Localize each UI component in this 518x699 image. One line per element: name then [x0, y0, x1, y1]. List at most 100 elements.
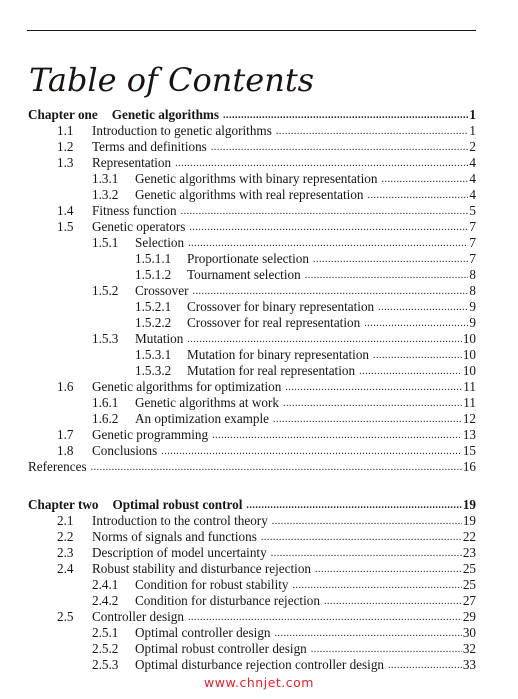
- toc-entry[interactable]: 1.5.3.1 Mutation for binary representatio…: [28, 347, 476, 363]
- toc-entry-page: 10: [462, 347, 476, 362]
- toc-entry-title: Genetic algorithms for optimization: [92, 379, 282, 394]
- dot-leader: [275, 626, 462, 642]
- toc-entry-number: 2.5.3: [92, 657, 119, 672]
- dot-leader: [211, 140, 469, 156]
- toc-entry[interactable]: 1.4 Fitness function 5: [28, 203, 476, 219]
- dot-leader: [187, 332, 461, 348]
- toc-entry[interactable]: 1.5.3.2 Mutation for real representation 1…: [28, 363, 476, 379]
- toc-entry-page: 10: [462, 363, 476, 378]
- dot-leader: [315, 562, 462, 578]
- toc-entry[interactable]: 1.5.2.2 Crossover for real representation…: [28, 315, 476, 331]
- toc-entry-number: 2.4.2: [92, 593, 119, 608]
- dot-leader: [161, 444, 462, 460]
- toc-entry-number: 1.3: [57, 155, 74, 170]
- toc-entry-page: 27: [462, 593, 476, 608]
- dot-leader: [272, 514, 462, 530]
- toc-entry[interactable]: 1.6.2 An optimization example 12: [28, 411, 476, 427]
- dot-leader: [305, 268, 469, 284]
- toc-entry[interactable]: 1.5.3 Mutation 10: [28, 331, 476, 347]
- toc-entry-title: Mutation for binary representation: [187, 347, 370, 362]
- toc-entry[interactable]: 2.1 Introduction to the control theory 19: [28, 513, 476, 529]
- dot-leader: [223, 108, 468, 124]
- toc-entry[interactable]: 2.3 Description of model uncertainty 23: [28, 545, 476, 561]
- toc-entry[interactable]: 1.5.2.1 Crossover for binary representati…: [28, 299, 476, 315]
- toc-entry[interactable]: 1.2 Terms and definitions 2: [28, 139, 476, 155]
- dot-leader: [283, 396, 462, 412]
- toc-entry[interactable]: 1.3.2 Genetic algorithms with real repres…: [28, 187, 476, 203]
- header-rule: [27, 30, 476, 31]
- toc-entry[interactable]: 1.8 Conclusions 15: [28, 443, 476, 459]
- toc-entry[interactable]: 2.4.1 Condition for robust stability 25: [28, 577, 476, 593]
- toc-entry-number: 1.5: [57, 219, 74, 234]
- toc-entry-number: 1.5.2.2: [135, 315, 172, 330]
- toc-entry-number: 1.6.2: [92, 411, 119, 426]
- toc-entry[interactable]: 1.3 Representation 4: [28, 155, 476, 171]
- toc-entry-title: Controller design: [92, 609, 184, 624]
- dot-leader: [91, 460, 462, 476]
- dot-leader: [285, 380, 462, 396]
- toc-entry-page: 25: [462, 561, 476, 576]
- toc-entry-title: Optimal controller design: [135, 625, 271, 640]
- dot-leader: [181, 204, 469, 220]
- toc-entry-page: 4: [469, 187, 476, 202]
- toc-entry-number: 1.6.1: [92, 395, 119, 410]
- toc-entry-number: 1.7: [57, 427, 74, 442]
- toc-entry-page: 19: [462, 513, 476, 528]
- toc-entry-page: 7: [469, 251, 476, 266]
- toc-entry[interactable]: 1.3.1 Genetic algorithms with binary repr…: [28, 171, 476, 187]
- toc-entry-title: Norms of signals and functions: [92, 529, 257, 544]
- toc-entry[interactable]: 2.5.3 Optimal disturbance rejection contr…: [28, 657, 476, 673]
- toc-entry-page: 4: [469, 155, 476, 170]
- toc-entry-number: 1.6: [57, 379, 74, 394]
- toc-entry-page: 9: [469, 315, 476, 330]
- toc-entry[interactable]: 1.5.1 Selection 7: [28, 235, 476, 251]
- toc-entry-number: 2.3: [57, 545, 74, 560]
- toc-entry-title: Representation: [92, 155, 172, 170]
- toc-entry-number: 1.5.1.1: [135, 251, 172, 266]
- toc-entry[interactable]: 2.5 Controller design 29: [28, 609, 476, 625]
- toc-entry[interactable]: 2.4.2 Condition for disturbance rejection…: [28, 593, 476, 609]
- toc-entry[interactable]: 1.5.1.2 Tournament selection 8: [28, 267, 476, 283]
- toc-entry-title: Genetic algorithms with real representat…: [135, 187, 364, 202]
- dot-leader: [359, 364, 462, 380]
- dot-leader: [175, 156, 468, 172]
- toc-entry[interactable]: 1.1 Introduction to genetic algorithms 1: [28, 123, 476, 139]
- toc-entry-page: 25: [462, 577, 476, 592]
- toc-entry-number: 1.3.2: [92, 187, 119, 202]
- toc-entry[interactable]: 2.5.2 Optimal robust controller design 32: [28, 641, 476, 657]
- toc-entry[interactable]: 2.2 Norms of signals and functions 22: [28, 529, 476, 545]
- toc-entry-title: Description of model uncertainty: [92, 545, 267, 560]
- toc-entry-page: 29: [462, 609, 476, 624]
- toc-entry[interactable]: References 16: [28, 459, 476, 475]
- toc-entry-page: 12: [462, 411, 476, 426]
- dot-leader: [273, 412, 462, 428]
- toc-chapter-entry[interactable]: Chapter one Genetic algorithms 1: [28, 107, 476, 123]
- toc-entry-number: 1.5.2.1: [135, 299, 172, 314]
- toc-entry-title: Crossover: [135, 283, 189, 298]
- toc-entry-title: Optimal robust control: [112, 497, 243, 512]
- toc-entry[interactable]: 1.7 Genetic programming 13: [28, 427, 476, 443]
- toc-entry[interactable]: 2.5.1 Optimal controller design 30: [28, 625, 476, 641]
- dot-leader: [246, 498, 461, 514]
- toc-entry[interactable]: 2.4 Robust stability and disturbance reje…: [28, 561, 476, 577]
- toc-entry-page: 22: [462, 529, 476, 544]
- toc-entry-title: Optimal robust controller design: [135, 641, 307, 656]
- toc-entry-number: 1.3.1: [92, 171, 119, 186]
- toc-entry-page: 23: [462, 545, 476, 560]
- toc-entry[interactable]: 1.6 Genetic algorithms for optimization 11: [28, 379, 476, 395]
- toc-entry-title: Genetic algorithms with binary represent…: [135, 171, 378, 186]
- toc-entry[interactable]: 1.5.2 Crossover 8: [28, 283, 476, 299]
- toc-entry-title: Fitness function: [92, 203, 177, 218]
- toc-entry-title: Genetic operators: [92, 219, 186, 234]
- toc-entry-page: 7: [469, 235, 476, 250]
- dot-leader: [324, 594, 462, 610]
- toc-entry[interactable]: 1.5.1.1 Proportionate selection 7: [28, 251, 476, 267]
- dot-leader: [212, 428, 462, 444]
- toc-entry-title: Introduction to genetic algorithms: [92, 123, 272, 138]
- toc-entry-page: 11: [463, 395, 476, 410]
- toc-entry-title: Genetic algorithms at work: [135, 395, 279, 410]
- toc-entry[interactable]: 1.6.1 Genetic algorithms at work 11: [28, 395, 476, 411]
- dot-leader: [313, 252, 468, 268]
- toc-chapter-entry[interactable]: Chapter two Optimal robust control 19: [28, 497, 476, 513]
- toc-entry[interactable]: 1.5 Genetic operators 7: [28, 219, 476, 235]
